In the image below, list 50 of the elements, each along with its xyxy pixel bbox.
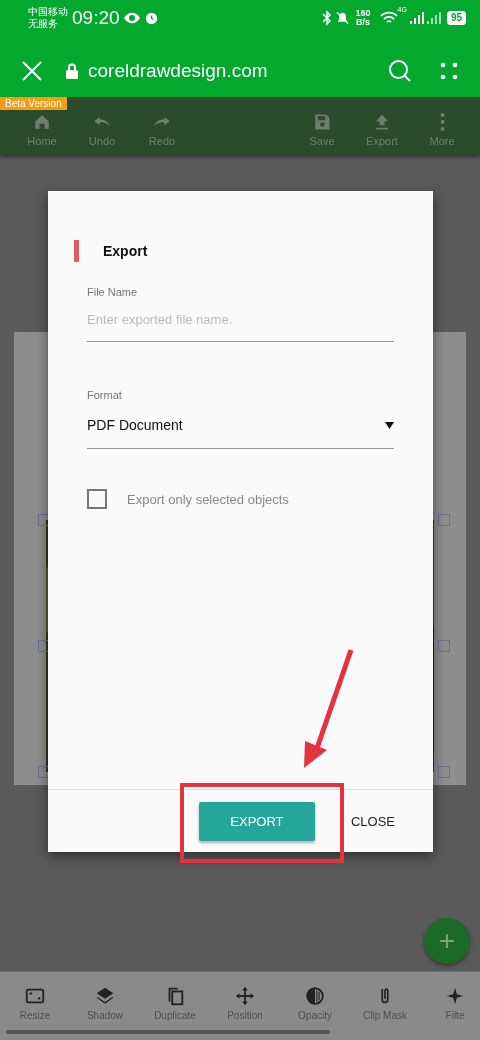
speed-unit: B/s	[356, 17, 370, 27]
selection-handle[interactable]	[438, 640, 450, 652]
more-icon	[439, 112, 445, 132]
dialog-title: Export	[103, 243, 148, 259]
signal-icon	[426, 11, 441, 24]
beta-badge: Beta Version	[0, 97, 67, 110]
battery-level: 95	[446, 10, 466, 25]
caret-icon	[385, 421, 394, 429]
selection-handle[interactable]	[438, 766, 450, 778]
export-button[interactable]: EXPORT	[198, 801, 315, 841]
close-icon[interactable]	[20, 59, 44, 83]
selection-handle[interactable]	[438, 514, 450, 526]
lock-icon	[66, 63, 78, 79]
search-icon[interactable]	[388, 59, 412, 83]
service-status: 无服务	[28, 17, 59, 30]
checkbox[interactable]	[87, 489, 107, 509]
accent-bar	[74, 240, 79, 262]
toolbar-button[interactable]: Redo	[132, 111, 192, 147]
file-name-field[interactable]: Enter exported file name.	[87, 298, 394, 342]
toolbar-button[interactable]: Home	[12, 111, 72, 147]
eye-icon	[122, 11, 141, 24]
carrier-name: 中国移动	[28, 5, 68, 18]
tool-button[interactable]: Position	[210, 985, 280, 1021]
tool-button[interactable]: Duplicate	[140, 985, 210, 1021]
half-circle-icon	[304, 985, 326, 1007]
speed-value: 160	[355, 8, 371, 18]
clock-time: 09:20	[72, 6, 120, 29]
tool-button[interactable]: Resize	[0, 985, 70, 1021]
move-arrows-icon	[234, 985, 256, 1007]
toolbar-button[interactable]: Undo	[72, 111, 132, 147]
save-icon	[312, 112, 332, 132]
checkbox-label[interactable]: Export only selected objects	[127, 491, 289, 507]
toolbar-button[interactable]: Export	[352, 111, 412, 147]
format-dropdown[interactable]: PDF Document	[87, 401, 394, 449]
tool-button[interactable]: Filte	[420, 985, 480, 1021]
bluetooth-icon	[321, 9, 332, 26]
signal-icon	[409, 11, 424, 24]
add-button[interactable]: +	[424, 918, 470, 964]
alarm-icon	[143, 10, 159, 25]
wifi-icon	[379, 10, 398, 25]
tool-button[interactable]: Clip Mask	[350, 985, 420, 1021]
field-label: Format	[87, 389, 123, 401]
menu-icon[interactable]	[440, 62, 458, 80]
tool-button[interactable]: Shadow	[70, 985, 140, 1021]
close-button[interactable]: CLOSE	[350, 813, 395, 829]
toolbar-button[interactable]: More	[412, 111, 472, 147]
field-label: File Name	[87, 286, 139, 298]
toolbar-button[interactable]: Save	[292, 111, 352, 147]
muted-bell-icon	[334, 9, 350, 26]
tool-button[interactable]: Opacity	[280, 985, 350, 1021]
